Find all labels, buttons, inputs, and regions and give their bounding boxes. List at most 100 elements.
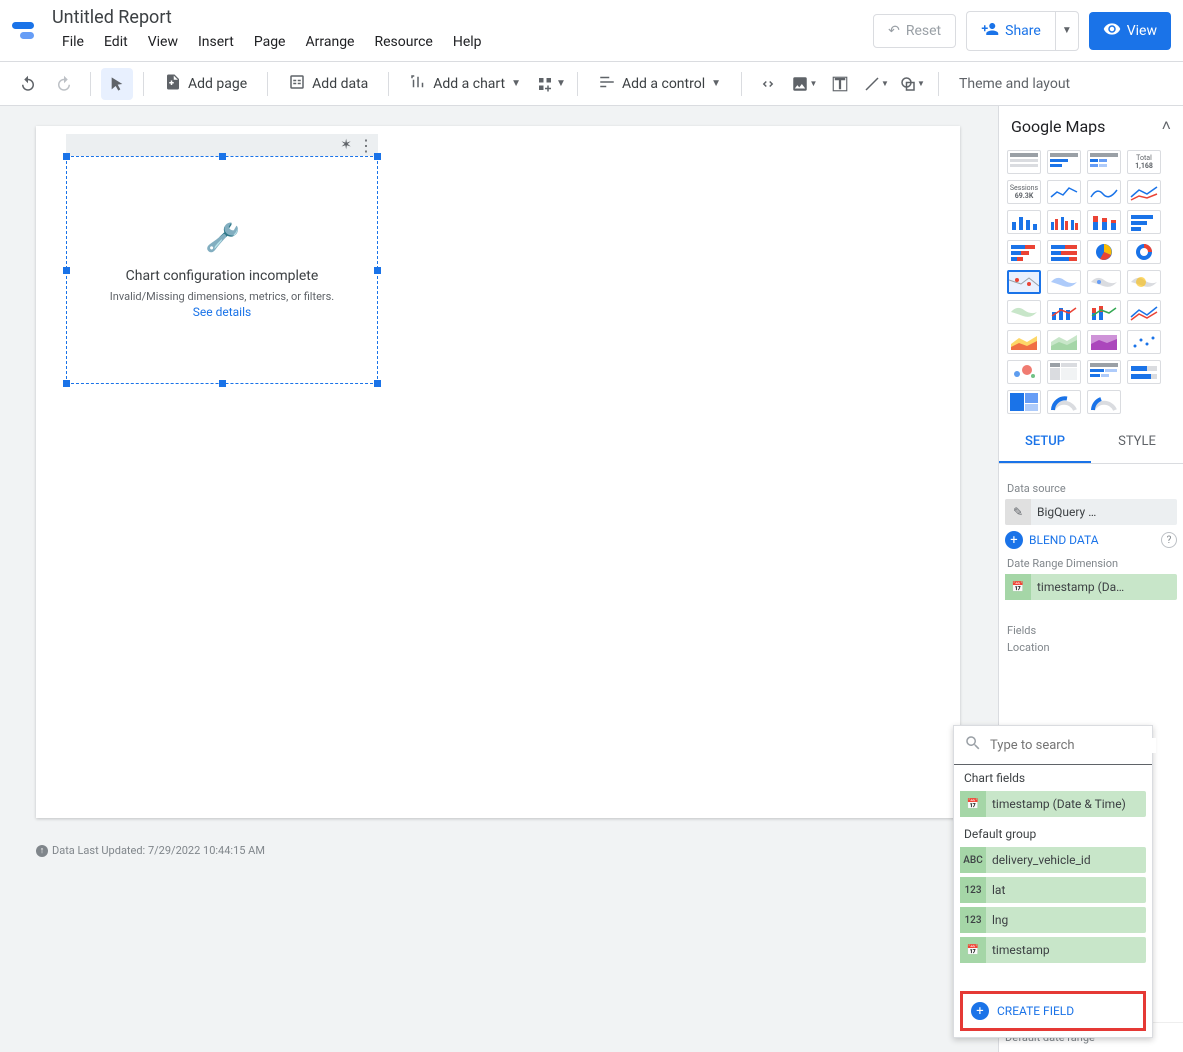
reset-label: Reset bbox=[906, 23, 941, 39]
chart-type-google-map[interactable] bbox=[1007, 270, 1041, 294]
theme-layout-button[interactable]: Theme and layout bbox=[949, 70, 1080, 98]
create-field-label: CREATE FIELD bbox=[997, 1004, 1074, 1018]
share-dropdown-button[interactable]: ▼ bbox=[1055, 11, 1079, 51]
add-chart-button[interactable]: Add a chart ▼ bbox=[399, 67, 531, 101]
chart-type-geo-heat[interactable] bbox=[1127, 270, 1161, 294]
add-control-label: Add a control bbox=[622, 76, 705, 92]
menu-resource[interactable]: Resource bbox=[364, 30, 442, 54]
reset-button[interactable]: ↶ Reset bbox=[873, 14, 956, 48]
field-timestamp[interactable]: 📅 timestamp bbox=[960, 937, 1146, 963]
menu-view[interactable]: View bbox=[138, 30, 188, 54]
chart-type-bullet[interactable] bbox=[1127, 360, 1161, 384]
chart-type-table-bars[interactable] bbox=[1047, 150, 1081, 174]
chart-type-pivot[interactable] bbox=[1047, 360, 1081, 384]
chart-type-sparkline[interactable] bbox=[1047, 180, 1081, 204]
chart-type-bar-stacked[interactable] bbox=[1007, 240, 1041, 264]
data-refresh-status: ↑ Data Last Updated: 7/29/2022 10:44:15 … bbox=[36, 844, 265, 857]
calendar-icon: 📅 bbox=[1005, 574, 1031, 600]
chart-type-combo-stacked[interactable] bbox=[1087, 300, 1121, 324]
chart-type-pivot-bars[interactable] bbox=[1087, 360, 1121, 384]
see-details-link[interactable]: See details bbox=[193, 305, 251, 319]
chart-type-line-multi[interactable] bbox=[1127, 300, 1161, 324]
chart-type-area-stacked[interactable] bbox=[1047, 330, 1081, 354]
panel-title: Google Maps bbox=[1011, 117, 1105, 136]
date-range-dimension-label: Date Range Dimension bbox=[1007, 557, 1177, 570]
chart-type-sparkline-smooth[interactable] bbox=[1087, 180, 1121, 204]
default-group-section-label: Default group bbox=[954, 821, 1152, 843]
pencil-icon[interactable]: ✎ bbox=[1005, 499, 1031, 525]
chart-type-donut[interactable] bbox=[1127, 240, 1161, 264]
chart-type-scatter[interactable] bbox=[1127, 330, 1161, 354]
field-label: timestamp bbox=[986, 943, 1056, 957]
add-control-button[interactable]: Add a control ▼ bbox=[588, 67, 731, 101]
tab-style[interactable]: STYLE bbox=[1091, 422, 1183, 463]
field-timestamp-datetime[interactable]: 📅 timestamp (Date & Time) bbox=[960, 791, 1146, 817]
chart-type-table-heat[interactable] bbox=[1087, 150, 1121, 174]
field-delivery-vehicle-id[interactable]: ABC delivery_vehicle_id bbox=[960, 847, 1146, 873]
chart-type-column[interactable] bbox=[1007, 210, 1041, 234]
chart-type-table[interactable] bbox=[1007, 150, 1041, 174]
image-button[interactable]: ▼ bbox=[788, 68, 820, 100]
text-button[interactable] bbox=[824, 68, 856, 100]
shape-button[interactable]: ▼ bbox=[896, 68, 928, 100]
data-source-chip[interactable]: ✎ BigQuery … bbox=[1005, 499, 1177, 525]
plus-circle-icon: + bbox=[1005, 531, 1023, 549]
create-field-button[interactable]: + CREATE FIELD bbox=[960, 991, 1146, 1031]
chart-type-scorecard-compact[interactable]: Sessions69.3K bbox=[1007, 180, 1041, 204]
view-button[interactable]: View bbox=[1089, 12, 1171, 50]
chart-type-geo-world[interactable] bbox=[1007, 300, 1041, 324]
collapse-panel-icon[interactable]: ˄ bbox=[1162, 116, 1171, 136]
share-label: Share bbox=[1005, 23, 1041, 39]
blend-data-button[interactable]: + BLEND DATA ? bbox=[1005, 531, 1177, 549]
chart-type-column-grouped[interactable] bbox=[1047, 210, 1081, 234]
field-picker-popup: Chart fields 📅 timestamp (Date & Time) D… bbox=[953, 725, 1153, 1038]
menu-insert[interactable]: Insert bbox=[188, 30, 244, 54]
chart-type-area[interactable] bbox=[1007, 330, 1041, 354]
field-lng[interactable]: 123 lng bbox=[960, 907, 1146, 933]
menu-file[interactable]: File bbox=[52, 30, 94, 54]
calendar-icon: 📅 bbox=[960, 937, 986, 963]
chart-error-title: Chart configuration incomplete bbox=[126, 268, 319, 284]
add-page-button[interactable]: Add page bbox=[154, 67, 257, 101]
field-search-input[interactable] bbox=[990, 738, 1156, 753]
menu-page[interactable]: Page bbox=[244, 30, 296, 54]
menu-help[interactable]: Help bbox=[443, 30, 492, 54]
redo-button[interactable] bbox=[48, 68, 80, 100]
chart-type-treemap[interactable] bbox=[1007, 390, 1041, 414]
embed-button[interactable] bbox=[752, 68, 784, 100]
number-type-icon: 123 bbox=[960, 877, 986, 903]
control-icon bbox=[598, 73, 616, 95]
menu-edit[interactable]: Edit bbox=[94, 30, 138, 54]
dimension-icon[interactable]: ✶ bbox=[340, 137, 352, 153]
chart-type-pie[interactable] bbox=[1087, 240, 1121, 264]
chart-type-combo[interactable] bbox=[1047, 300, 1081, 324]
chart-type-sparkline-multi[interactable] bbox=[1127, 180, 1161, 204]
chart-type-column-stacked[interactable] bbox=[1087, 210, 1121, 234]
more-vert-icon[interactable]: ⋮ bbox=[358, 136, 374, 155]
chevron-down-icon: ▼ bbox=[1062, 25, 1072, 36]
chart-type-gauge-2[interactable] bbox=[1087, 390, 1121, 414]
add-data-button[interactable]: Add data bbox=[278, 67, 378, 101]
chart-type-scorecard[interactable]: Total1,168 bbox=[1127, 150, 1161, 174]
line-button[interactable]: ▼ bbox=[860, 68, 892, 100]
chart-type-area-100[interactable] bbox=[1087, 330, 1121, 354]
menu-arrange[interactable]: Arrange bbox=[296, 30, 365, 54]
chart-type-bubble[interactable] bbox=[1007, 360, 1041, 384]
undo-button[interactable] bbox=[12, 68, 44, 100]
chart-type-bar-horiz[interactable] bbox=[1127, 210, 1161, 234]
chart-type-bar-100[interactable] bbox=[1047, 240, 1081, 264]
chart-type-gauge[interactable] bbox=[1047, 390, 1081, 414]
community-viz-button[interactable]: ▼ bbox=[535, 68, 567, 100]
share-button[interactable]: Share bbox=[966, 11, 1055, 51]
field-lat[interactable]: 123 lat bbox=[960, 877, 1146, 903]
chart-type-geo-filled[interactable] bbox=[1047, 270, 1081, 294]
report-page[interactable]: ✶ ⋮ 🔧 Chart configuration incomplete Inv… bbox=[36, 126, 960, 818]
tab-setup[interactable]: SETUP bbox=[999, 422, 1091, 463]
field-label: delivery_vehicle_id bbox=[986, 853, 1097, 867]
help-icon[interactable]: ? bbox=[1161, 532, 1177, 548]
date-range-dimension-chip[interactable]: 📅 timestamp (Da… bbox=[1005, 574, 1177, 600]
chart-type-geo-usa[interactable] bbox=[1087, 270, 1121, 294]
chart-object[interactable]: ✶ ⋮ 🔧 Chart configuration incomplete Inv… bbox=[66, 134, 378, 384]
document-title[interactable]: Untitled Report bbox=[52, 7, 873, 28]
select-tool-button[interactable] bbox=[101, 68, 133, 100]
